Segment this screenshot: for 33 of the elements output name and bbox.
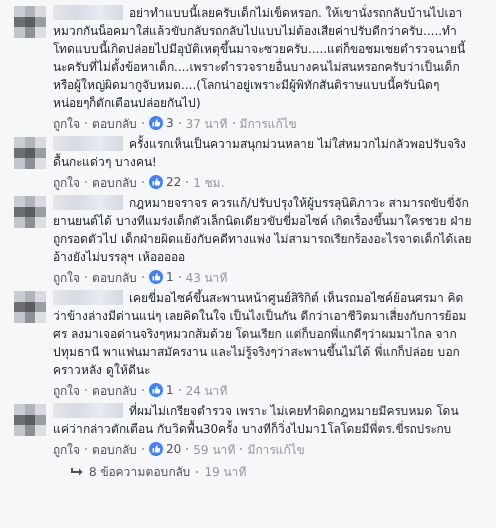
comment-text: ครั้งแรกเห็นเป็นความสนุกม่วนหลาย ไม่ใส่หมวกไม่กลัวพอปรับจริงดื้นกะแด่วๆ บางคน! — [53, 135, 473, 171]
reply-link[interactable]: ตอบกลับ — [92, 380, 137, 400]
blurred-avatar — [14, 137, 46, 169]
like-link[interactable]: ถูกใจ — [53, 380, 80, 400]
comment-text: เคยขี่มอไซค์ขึ้นสะพานหน้าศูนย์สิริกิต์ เห็นรถมอไซค์ย้อนศรมา คิดว่าข้างล่างมีด่านแน่ๆ เลยคิดในใจ เป็นไงเป็นกัน ดีกว่าเอาชีวิตมาเสี่ยงกับการย้อมศร ลงมาเจอด่านจริงๆหมวกส้มด้วย โดนเรียก แต่ก็บอกพี่แกดีๆว่าผมมาไกล จากปทุมธานี พาแฟนมาสมัครงาน และไม่รู้จริงๆว่าสะพานขึ้นไม่ได้ พี่แกก็ปล่อย บอกคราวหลัง ดูให้ดีนะ — [53, 289, 473, 379]
reply-link[interactable]: ตอบกลับ — [92, 114, 137, 132]
thumbs-up-icon — [149, 383, 163, 397]
blurred-avatar — [14, 291, 46, 323]
thumbs-up-icon — [149, 442, 163, 456]
blurred-avatar — [14, 6, 46, 38]
like-count[interactable]: 22 — [166, 175, 182, 189]
blurred-avatar — [14, 196, 46, 228]
reply-arrow-icon — [71, 466, 83, 476]
like-link[interactable]: ถูกใจ — [53, 440, 80, 458]
like-link[interactable]: ถูกใจ — [53, 114, 80, 132]
blurred-avatar — [14, 404, 46, 436]
reply-time: 19 นาที — [204, 464, 247, 481]
like-count[interactable]: 20 — [166, 442, 182, 456]
like-link[interactable]: ถูกใจ — [53, 172, 80, 192]
like-count[interactable]: 1 — [166, 270, 174, 284]
like-count[interactable]: 3 — [166, 116, 174, 130]
thumbs-up-icon — [149, 175, 163, 189]
thumbs-up-icon — [149, 116, 163, 130]
reply-link[interactable]: ตอบกลับ — [92, 172, 137, 192]
reply-link[interactable]: ตอบกลับ — [92, 268, 137, 286]
thumbs-up-icon — [149, 270, 163, 284]
comment-text: กฎหมายจราจร ควรแก้/ปรับปรุงให้ผู้บรรลุนิติภาวะ สามารถขับขี่จักยานยนต์ได้ บางทีแมร่งเด็กตัวเล็กนิดเดียวขับขี่มอไซค์ เกิดเรื่องขึ้นมาใครชวย ฝ่ายถูกรอดตัวไป เด็กฝ่ายผิดแย้งกับคดีทางแพ่ง ไม่สามารถเรียกร้องอะไรจาดเด็กได้เลย อ้างยังไม่บรรลุฯ เห้อออออ — [53, 194, 473, 266]
view-replies-link[interactable]: 8 ข้อความตอบกลับ — [89, 462, 190, 481]
like-link[interactable]: ถูกใจ — [53, 268, 80, 286]
like-count[interactable]: 1 — [166, 383, 174, 397]
comment-text: อย่าทำแบบนี้เลยครับเด็กไม่เข็ดหรอก. ให้เขานั่งรถกลับบ้านไปเอาหมวกกันน็อคมาใส่แล้วขับกลับรถกลับไปแบบไม่ต้องเสียค่าปรับดีกว่าครับ.....ทำโทดแบบนี้เกิดปล่อยไปมีอุบัติเหตุขึ้นมาจะซวยครับ.....แต่ก็ขอชมเชยตำรวจนายนี้นะครับที่ไม่ตั้งข้อหาเด็ก....เพราะตำรวจรายอื่นบางคนไม่สนหรอกครับว่าเป็นเด็กหรือผู้ใหญ่ผิดมากูจับหมด....(โลกน่าอยู่เพราะมีผู้พิทักสันติราษแบบนี้ครับนิดๆหน่อยๆก็ตักเตือนปล่อยกันไป) — [53, 4, 473, 112]
reply-link[interactable]: ตอบกลับ — [92, 440, 137, 458]
comment-text: ที่ผมไม่เกรียจตำรวจ เพราะ ไม่เคยทำผิดกฎหมายมีครบหมด โดนแค่ว่ากล่าวตักเตือน กับวิดพื้น30ครั้ง บางทีก็วิ่งไปมา1โลโดยมีพี่ตร.ขี่รถประกบ — [53, 402, 473, 438]
